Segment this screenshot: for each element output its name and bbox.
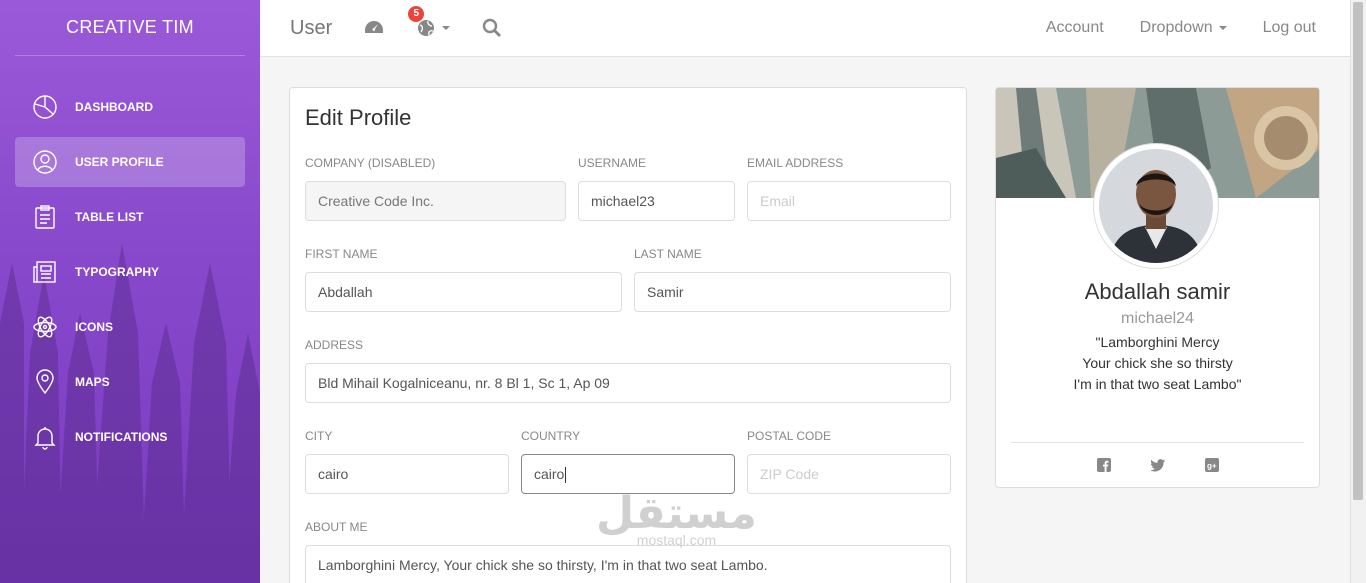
speedometer-icon xyxy=(365,21,384,33)
postal-code-input[interactable]: ZIP Code xyxy=(747,454,951,494)
sidebar-item-notifications[interactable]: NOTIFICATIONS xyxy=(15,412,245,462)
topbar-right-links: Account Dropdown Log out xyxy=(1010,0,1316,56)
google-plus-icon: g+ xyxy=(1204,458,1219,472)
sidebar-item-label: ICONS xyxy=(75,320,114,334)
user-circle-icon xyxy=(31,148,59,176)
country-label: COUNTRY xyxy=(521,429,581,443)
svg-text:g+: g+ xyxy=(1207,462,1217,471)
bell-icon xyxy=(31,423,59,451)
city-label: CITY xyxy=(305,429,333,443)
divider xyxy=(1011,442,1304,443)
social-links: g+ xyxy=(996,458,1319,472)
bio-line: Your chick she so thirsty xyxy=(1082,355,1233,371)
scrollbar-thumb[interactable] xyxy=(1353,2,1363,500)
sidebar-item-user-profile[interactable]: USER PROFILE xyxy=(15,137,245,187)
city-input[interactable]: cairo xyxy=(305,454,509,494)
search-icon xyxy=(483,18,502,37)
first-name-field-group: FIRST NAME Abdallah xyxy=(305,247,622,312)
last-name-input[interactable]: Samir xyxy=(634,272,951,312)
sidebar-item-label: DASHBOARD xyxy=(75,100,153,114)
email-field-group: EMAIL ADDRESS Email xyxy=(747,156,951,221)
page-title[interactable]: User xyxy=(290,17,332,40)
clipboard-icon xyxy=(31,203,59,231)
dropdown-menu[interactable]: Dropdown xyxy=(1140,19,1227,37)
country-field-group: COUNTRY cairo xyxy=(521,429,735,494)
twitter-icon xyxy=(1150,459,1165,472)
email-input[interactable]: Email xyxy=(747,181,951,221)
brand-logo[interactable]: CREATIVE TIM xyxy=(15,0,245,56)
email-label: EMAIL ADDRESS xyxy=(747,156,844,170)
caret-down-icon xyxy=(1218,26,1227,30)
sidebar-item-maps[interactable]: MAPS xyxy=(15,357,245,407)
watermark-arabic: مستقل xyxy=(596,488,757,539)
sidebar-item-label: MAPS xyxy=(75,375,110,389)
map-pin-icon xyxy=(31,368,59,396)
bio-line: I'm in that two seat Lambo" xyxy=(1073,376,1242,392)
user-bio: "Lamborghini Mercy Your chick she so thi… xyxy=(996,332,1319,395)
sidebar-item-table-list[interactable]: TABLE LIST xyxy=(15,192,245,242)
sidebar-nav: DASHBOARD USER PROFILE TABLE LIST TYPOGR… xyxy=(0,82,260,462)
username-label: USERNAME xyxy=(578,156,647,170)
sidebar-item-label: TYPOGRAPHY xyxy=(75,265,160,279)
sidebar-item-icons[interactable]: ICONS xyxy=(15,302,245,352)
first-name-input[interactable]: Abdallah xyxy=(305,272,622,312)
avatar[interactable] xyxy=(1094,144,1218,268)
dropdown-label: Dropdown xyxy=(1139,19,1213,36)
address-field-group: ADDRESS Bld Mihail Kogalniceanu, nr. 8 B… xyxy=(305,338,951,403)
google-plus-button[interactable]: g+ xyxy=(1204,458,1219,472)
last-name-field-group: LAST NAME Samir xyxy=(634,247,951,312)
company-label: COMPANY (DISABLED) xyxy=(305,156,436,170)
country-value: cairo xyxy=(534,466,565,482)
news-icon xyxy=(31,258,59,286)
profile-photo xyxy=(1099,149,1213,263)
notifications-dropdown[interactable]: 5 xyxy=(408,6,451,38)
postal-label: POSTAL CODE xyxy=(747,429,832,443)
user-profile-card: Abdallah samir michael24 "Lamborghini Me… xyxy=(995,87,1320,488)
form-row: FIRST NAME Abdallah LAST NAME Samir xyxy=(305,247,951,312)
form-row: CITY cairo COUNTRY cairo POSTAL CODE ZIP… xyxy=(305,429,951,494)
vertical-scrollbar[interactable] xyxy=(1350,0,1366,583)
bio-line: "Lamborghini Mercy xyxy=(1095,334,1220,350)
text-cursor xyxy=(565,467,567,484)
user-name: Abdallah samir xyxy=(1084,279,1231,304)
logout-link[interactable]: Log out xyxy=(1263,19,1316,37)
company-field-group: COMPANY (DISABLED) Creative Code Inc. xyxy=(305,156,566,221)
facebook-icon xyxy=(1096,458,1111,472)
atom-icon xyxy=(31,313,59,341)
watermark: مستقل mostaql.com xyxy=(596,488,757,549)
address-label: ADDRESS xyxy=(305,338,364,352)
dashboard-icon-button[interactable] xyxy=(364,18,384,38)
last-name-label: LAST NAME xyxy=(634,247,702,261)
sidebar-item-dashboard[interactable]: DASHBOARD xyxy=(15,82,245,132)
company-input: Creative Code Inc. xyxy=(305,181,566,221)
twitter-button[interactable] xyxy=(1150,458,1165,472)
about-me-textarea[interactable]: Lamborghini Mercy, Your chick she so thi… xyxy=(305,545,951,583)
postal-field-group: POSTAL CODE ZIP Code xyxy=(747,429,951,494)
sidebar-item-label: TABLE LIST xyxy=(75,210,144,224)
username-input[interactable]: michael23 xyxy=(578,181,735,221)
sidebar-item-label: USER PROFILE xyxy=(75,155,164,169)
first-name-label: FIRST NAME xyxy=(305,247,378,261)
form-row: ADDRESS Bld Mihail Kogalniceanu, nr. 8 B… xyxy=(305,338,951,403)
pie-chart-icon xyxy=(31,93,59,121)
city-field-group: CITY cairo xyxy=(305,429,509,494)
card-title: Edit Profile xyxy=(305,105,412,130)
search-button[interactable] xyxy=(482,18,502,38)
account-link[interactable]: Account xyxy=(1046,19,1104,37)
caret-down-icon xyxy=(442,26,451,30)
form-row: COMPANY (DISABLED) Creative Code Inc. US… xyxy=(305,156,951,221)
sidebar-item-typography[interactable]: TYPOGRAPHY xyxy=(15,247,245,297)
facebook-button[interactable] xyxy=(1096,458,1111,472)
top-navbar: User 5 Account Dropdown Log out xyxy=(260,0,1350,57)
address-input[interactable]: Bld Mihail Kogalniceanu, nr. 8 Bl 1, Sc … xyxy=(305,363,951,403)
user-handle: michael24 xyxy=(1121,310,1194,327)
sidebar: CREATIVE TIM DASHBOARD USER PROFILE TABL… xyxy=(0,0,260,583)
username-field-group: USERNAME michael23 xyxy=(578,156,735,221)
sidebar-item-label: NOTIFICATIONS xyxy=(75,430,168,444)
